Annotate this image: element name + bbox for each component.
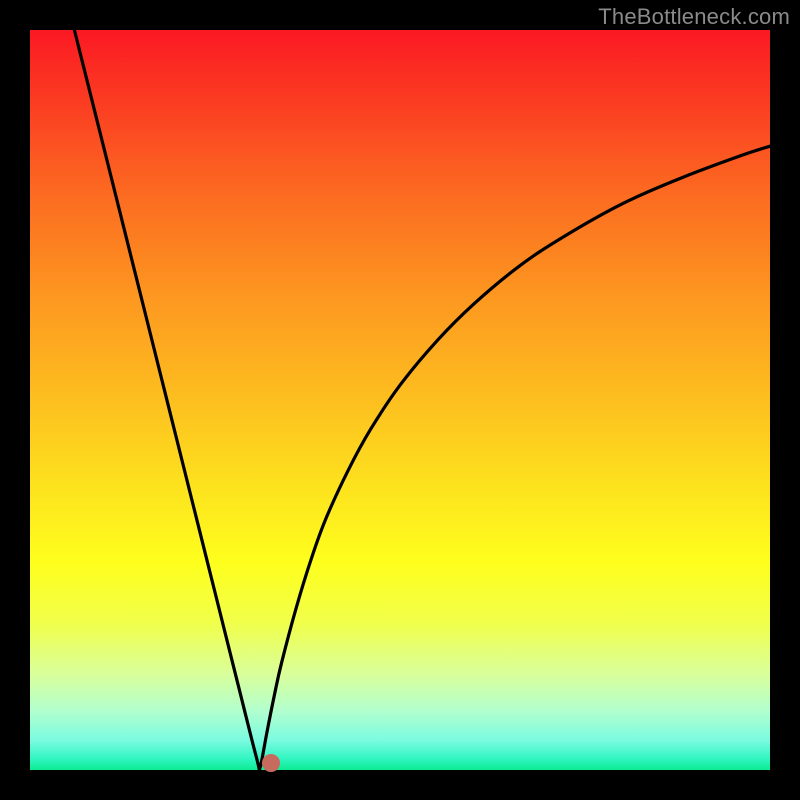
curve-left-branch [74, 30, 259, 770]
attribution-text: TheBottleneck.com [598, 4, 790, 30]
chart-frame [30, 30, 770, 770]
curve-right-branch [259, 146, 770, 770]
bottleneck-curve [30, 30, 770, 770]
vertex-marker [262, 754, 280, 772]
